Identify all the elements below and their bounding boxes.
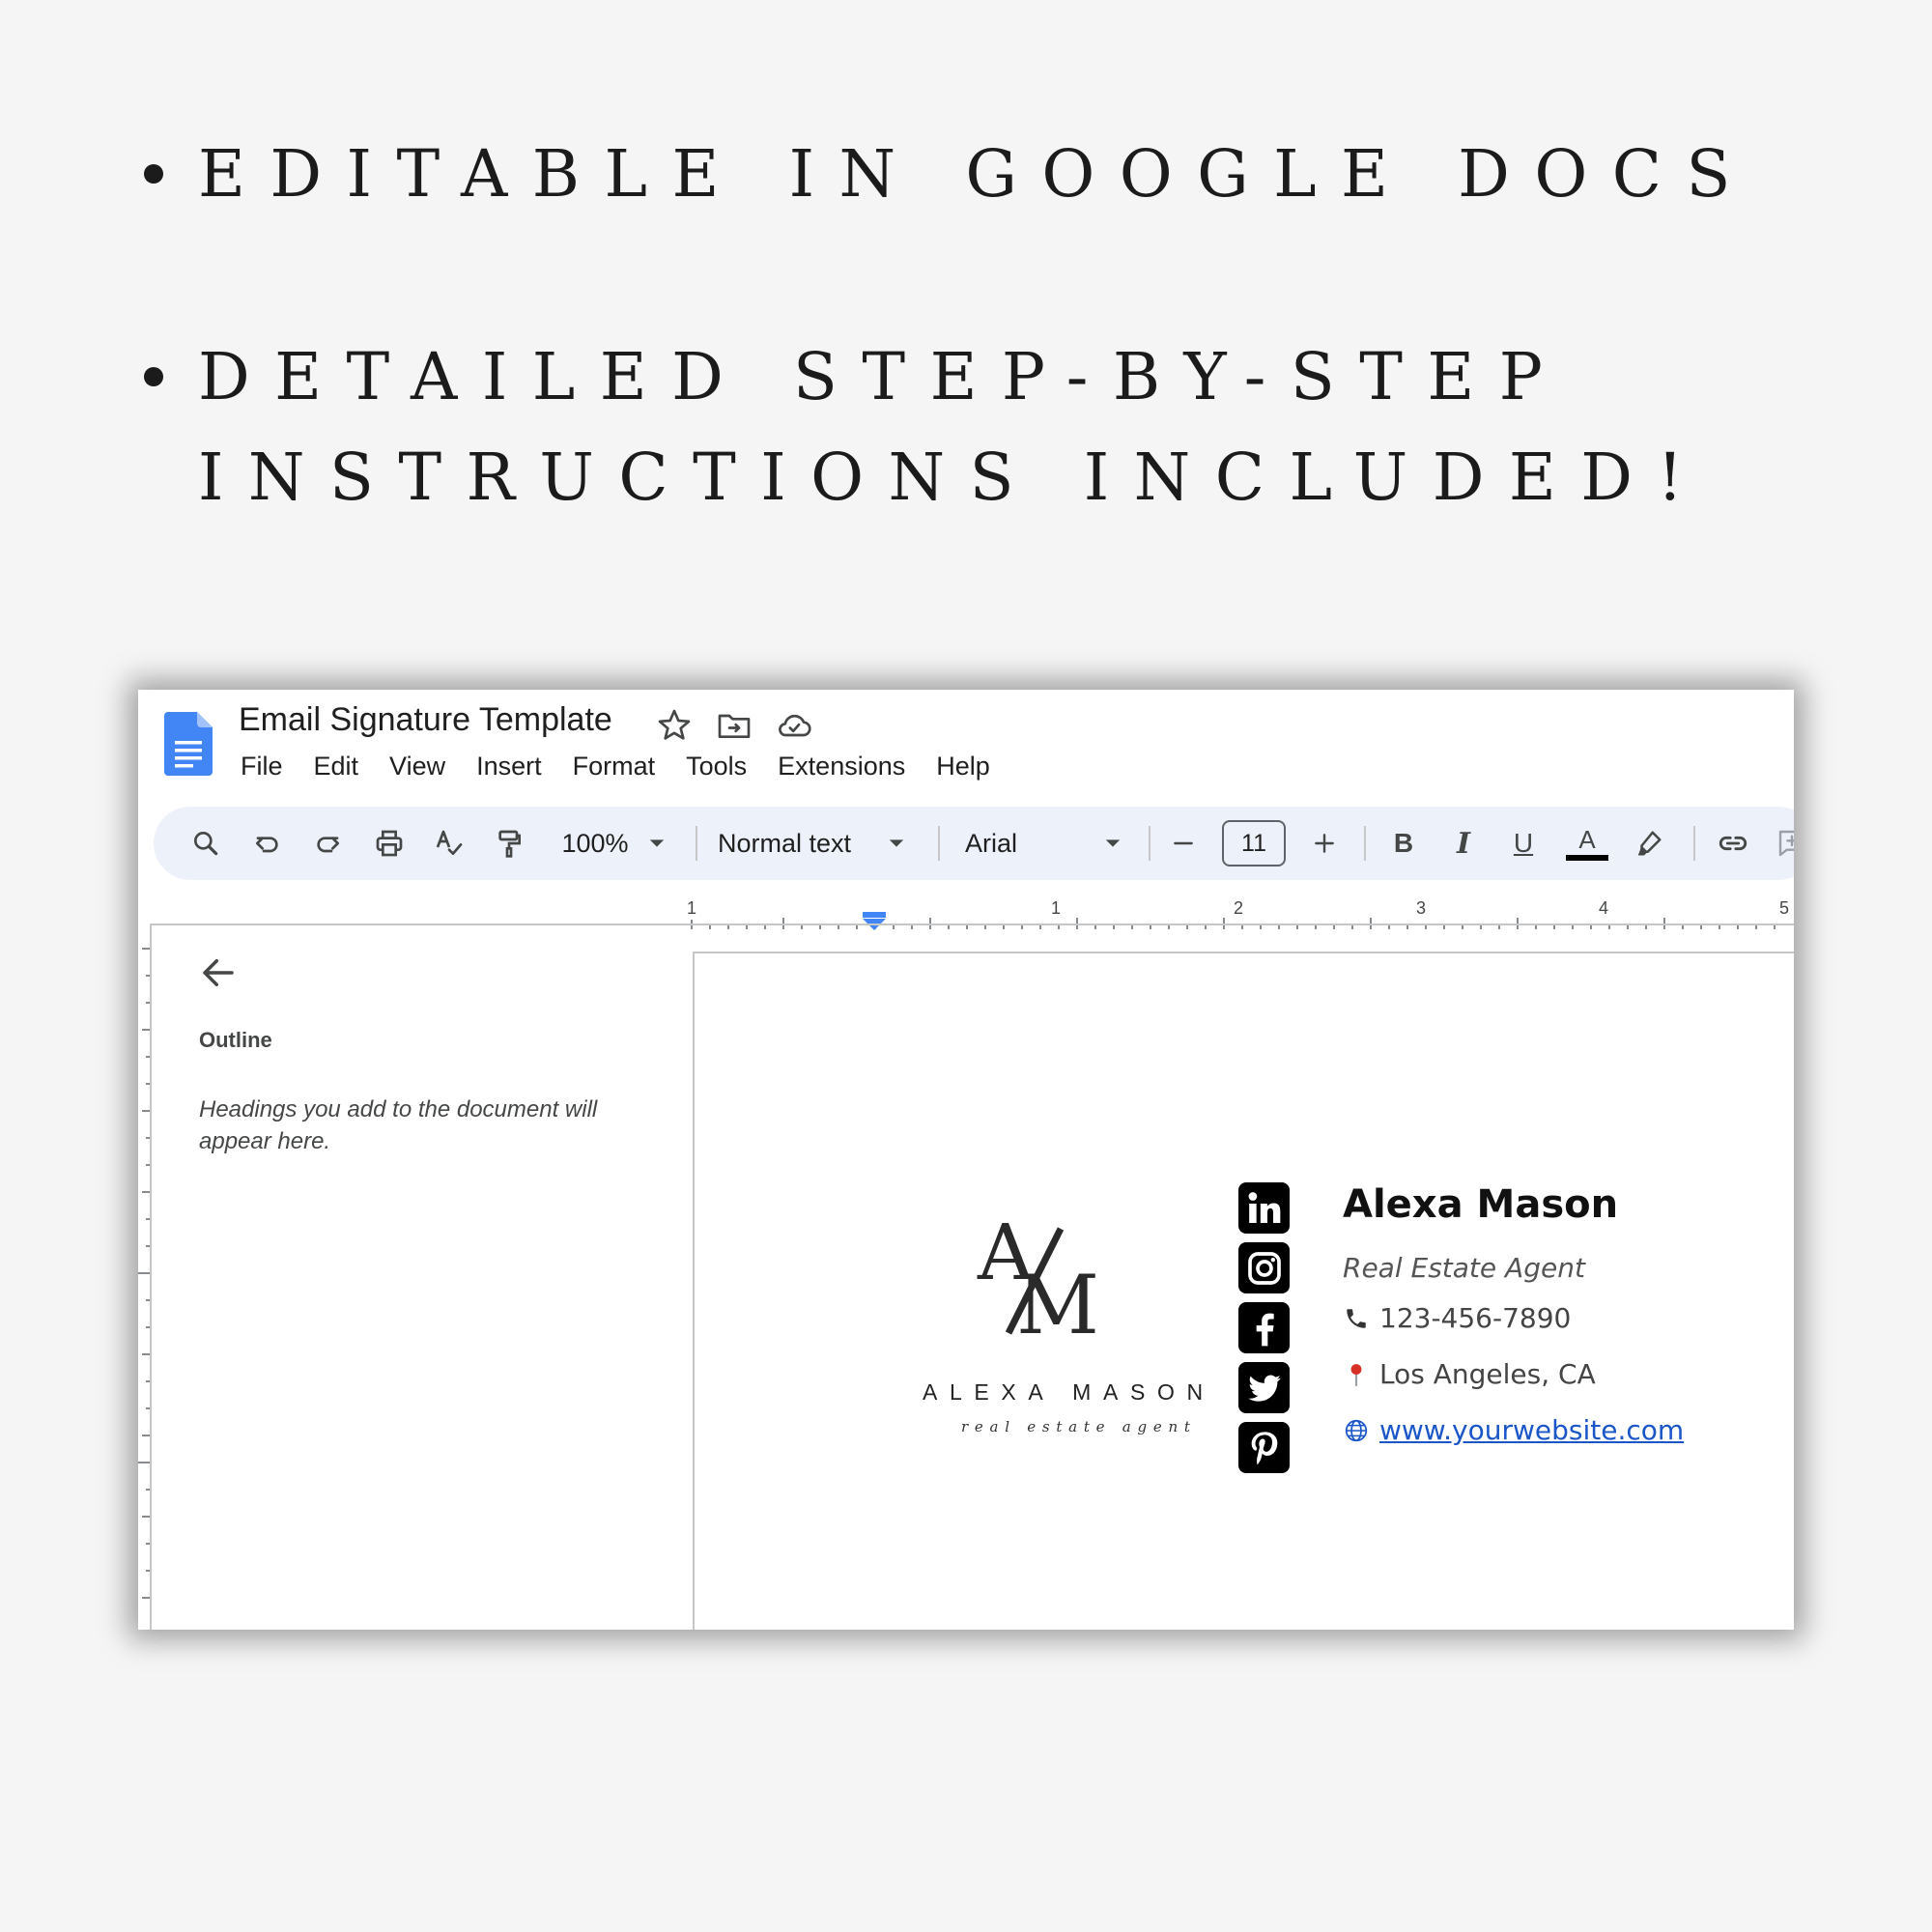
toolbar-divider (1364, 826, 1366, 861)
menu-view[interactable]: View (389, 752, 445, 781)
ruler-label: 3 (1416, 898, 1426, 918)
bullet-dot (144, 367, 163, 386)
font-size-input[interactable]: 11 (1222, 820, 1286, 867)
outline-title: Outline (199, 1028, 272, 1052)
print-icon[interactable] (368, 807, 411, 880)
instagram-icon[interactable] (1238, 1242, 1290, 1293)
signature-location-row: Los Angeles, CA (1343, 1358, 1596, 1390)
ruler-label: 1 (687, 898, 696, 918)
ruler-label: 1 (1051, 898, 1061, 918)
toolbar-divider (938, 826, 940, 861)
phone-icon (1343, 1305, 1370, 1332)
signature-title: Real Estate Agent (1343, 1252, 1585, 1284)
menu-edit[interactable]: Edit (314, 752, 359, 781)
ruler-label: 5 (1779, 898, 1789, 918)
signature-phone: 123-456-7890 (1379, 1302, 1572, 1334)
linkedin-icon[interactable] (1238, 1182, 1290, 1234)
menu-format[interactable]: Format (573, 752, 656, 781)
headline-line-2b: INSTRUCTIONS INCLUDED! (198, 440, 1708, 515)
bullet-dot (144, 164, 163, 184)
zoom-select[interactable]: 100% (552, 807, 639, 880)
back-arrow-icon[interactable] (198, 952, 239, 993)
headline-instructions: DETAILED STEP-BY-STEP INSTRUCTIONS INCLU… (144, 327, 1708, 527)
menu-tools[interactable]: Tools (686, 752, 747, 781)
monogram-m: M (1016, 1258, 1099, 1345)
signature-name: Alexa Mason (1343, 1182, 1619, 1227)
star-icon[interactable] (655, 706, 694, 745)
text-color-swatch (1566, 855, 1608, 861)
bold-button[interactable]: B (1382, 807, 1425, 880)
facebook-icon[interactable] (1238, 1302, 1290, 1353)
headline-line-2a: DETAILED STEP-BY-STEP (198, 339, 1568, 414)
toolbar-divider (1149, 826, 1151, 861)
cloud-saved-icon[interactable] (775, 706, 813, 745)
style-chevron-down-icon[interactable] (882, 807, 911, 880)
google-docs-logo-icon[interactable] (164, 712, 213, 776)
signature-location: Los Angeles, CA (1379, 1358, 1596, 1390)
highlight-pen-icon[interactable] (1628, 807, 1670, 880)
toolbar-divider (696, 826, 697, 861)
font-select[interactable]: Arial (965, 807, 1052, 880)
horizontal-ruler[interactable]: 1 1 2 3 4 5 (138, 887, 1794, 935)
headline-line-1: EDITABLE IN GOOGLE DOCS (198, 136, 1755, 212)
move-folder-icon[interactable] (715, 706, 753, 745)
font-chevron-down-icon[interactable] (1098, 807, 1127, 880)
redo-icon[interactable] (306, 807, 349, 880)
outline-hint: Headings you add to the document will ap… (199, 1096, 598, 1154)
signature-phone-row: 123-456-7890 (1343, 1302, 1571, 1334)
signature-website-link[interactable]: www.yourwebsite.com (1379, 1414, 1684, 1446)
add-comment-icon[interactable] (1771, 807, 1794, 880)
ruler-baseline (150, 923, 1794, 925)
indent-marker-icon[interactable] (863, 912, 886, 930)
left-border (150, 925, 152, 1630)
italic-button[interactable]: I (1442, 807, 1485, 880)
menu-extensions[interactable]: Extensions (778, 752, 905, 781)
search-menus-icon[interactable] (185, 807, 227, 880)
headline-editable: EDITABLE IN GOOGLE DOCS (144, 124, 1755, 224)
location-pin-icon (1343, 1361, 1370, 1388)
underline-button[interactable]: U (1502, 807, 1545, 880)
twitter-icon[interactable] (1238, 1362, 1290, 1413)
document-title[interactable]: Email Signature Template (239, 701, 612, 739)
decrease-font-size-icon[interactable] (1162, 807, 1205, 880)
am-monogram-logo: A M (977, 1209, 1099, 1345)
menu-insert[interactable]: Insert (476, 752, 542, 781)
menu-bar: File Edit View Insert Format Tools Exten… (241, 752, 990, 781)
menu-file[interactable]: File (241, 752, 283, 781)
spellcheck-icon[interactable] (428, 807, 470, 880)
signature-website-row: www.yourwebsite.com (1343, 1414, 1684, 1446)
text-color-button[interactable]: A (1564, 807, 1610, 880)
ruler-label: 4 (1599, 898, 1608, 918)
toolbar: 100% Normal text Arial 11 B I U A (154, 807, 1794, 880)
undo-icon[interactable] (246, 807, 289, 880)
globe-icon (1343, 1417, 1370, 1444)
pinterest-icon[interactable] (1238, 1422, 1290, 1473)
docs-window: Email Signature Template File Edit View … (138, 690, 1794, 1630)
logo-name: ALEXA MASON (923, 1379, 1215, 1405)
toolbar-divider (1693, 826, 1695, 861)
increase-font-size-icon[interactable] (1303, 807, 1346, 880)
logo-subtitle: real estate agent (961, 1418, 1197, 1435)
text-color-label: A (1578, 825, 1596, 854)
paint-format-icon[interactable] (488, 807, 530, 880)
text-style-select[interactable]: Normal text (718, 807, 874, 880)
zoom-chevron-down-icon[interactable] (642, 807, 671, 880)
insert-link-icon[interactable] (1711, 807, 1755, 880)
menu-help[interactable]: Help (936, 752, 990, 781)
ruler-label: 2 (1234, 898, 1243, 918)
